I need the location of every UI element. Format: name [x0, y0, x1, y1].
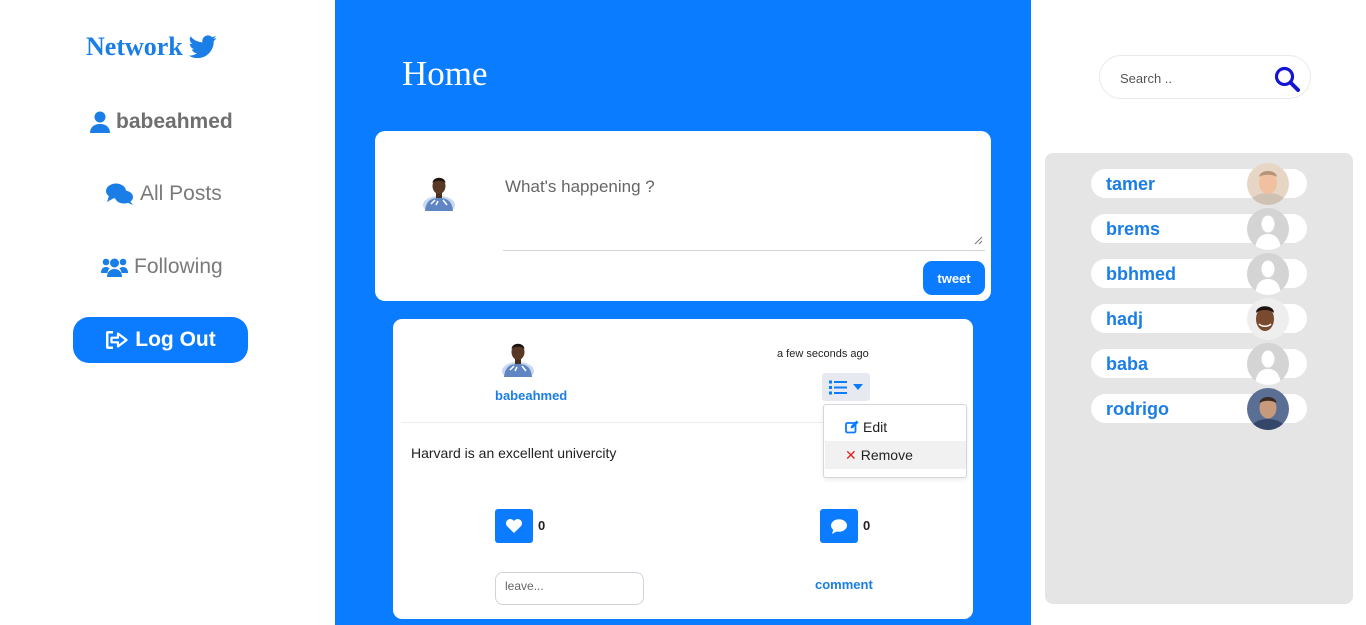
post-timestamp: a few seconds ago: [777, 348, 869, 360]
avatar[interactable]: [419, 171, 459, 211]
user-item-brems[interactable]: brems: [1091, 208, 1307, 250]
comment-count: 0: [863, 518, 871, 533]
users-list: tamer brems bbhmed hadj baba rodrigo: [1045, 153, 1353, 604]
user-name[interactable]: brems: [1106, 219, 1160, 240]
logout-button[interactable]: Log Out: [73, 317, 248, 363]
user-item-tamer[interactable]: tamer: [1091, 163, 1307, 205]
search-box: [1099, 55, 1311, 99]
avatar[interactable]: [498, 337, 538, 377]
user-name[interactable]: tamer: [1106, 174, 1155, 195]
logout-label: Log Out: [135, 328, 216, 351]
sidebar-username: babeahmed: [116, 110, 233, 133]
user-icon: [90, 111, 110, 133]
sign-out-icon: [106, 331, 128, 349]
post-card: babeahmed a few seconds ago Harvard is a…: [393, 319, 973, 619]
sidebar-all-posts-label: All Posts: [140, 182, 222, 205]
main-feed: Home tweet: [335, 0, 1031, 625]
users-icon: [101, 258, 128, 277]
tweet-button[interactable]: tweet: [923, 261, 985, 295]
avatar[interactable]: [1247, 298, 1289, 340]
edit-icon: [845, 420, 859, 434]
user-name[interactable]: hadj: [1106, 309, 1143, 330]
twitter-bird-icon: [188, 35, 217, 59]
avatar[interactable]: [1247, 388, 1289, 430]
edit-menu-item[interactable]: Edit: [825, 413, 966, 441]
post-options-menu: Edit ✕ Remove: [823, 404, 967, 478]
search-input[interactable]: [1120, 68, 1260, 88]
remove-menu-item[interactable]: ✕ Remove: [825, 441, 966, 469]
user-item-hadj[interactable]: hadj: [1091, 298, 1307, 340]
avatar[interactable]: [1247, 343, 1289, 385]
user-name[interactable]: bbhmed: [1106, 264, 1176, 285]
user-name[interactable]: rodrigo: [1106, 399, 1169, 420]
like-button[interactable]: [495, 509, 533, 543]
comment-toggle-button[interactable]: [820, 509, 858, 543]
avatar[interactable]: [1247, 163, 1289, 205]
brand-logo[interactable]: Network: [86, 32, 217, 62]
sidebar-following-label: Following: [134, 255, 223, 278]
user-item-baba[interactable]: baba: [1091, 343, 1307, 385]
sidebar-item-all-posts[interactable]: All Posts: [106, 182, 222, 206]
brand-name: Network: [86, 32, 183, 61]
remove-label: Remove: [860, 447, 913, 463]
list-icon: [829, 380, 847, 394]
comment-input[interactable]: [495, 572, 644, 605]
post-author[interactable]: babeahmed: [495, 388, 567, 403]
post-options-button[interactable]: [822, 373, 870, 401]
user-item-rodrigo[interactable]: rodrigo: [1091, 388, 1307, 430]
sidebar-item-following[interactable]: Following: [101, 255, 223, 279]
comment-icon: [831, 518, 847, 534]
comments-icon: [106, 183, 133, 205]
like-count: 0: [538, 518, 546, 533]
caret-down-icon: [853, 384, 863, 390]
compose-textarea[interactable]: [503, 169, 985, 251]
avatar[interactable]: [1247, 253, 1289, 295]
compose-box: tweet: [375, 131, 991, 301]
close-icon: ✕: [845, 446, 857, 463]
heart-icon: [506, 519, 522, 533]
user-name[interactable]: baba: [1106, 354, 1148, 375]
edit-label: Edit: [863, 419, 888, 435]
page-title: Home: [402, 54, 488, 93]
user-item-bbhmed[interactable]: bbhmed: [1091, 253, 1307, 295]
post-text: Harvard is an excellent univercity: [411, 445, 617, 461]
page: Network babeahmed All Posts Following Lo…: [0, 0, 1366, 625]
sidebar-item-profile[interactable]: babeahmed: [90, 110, 233, 134]
comment-submit-link[interactable]: comment: [815, 577, 873, 592]
resize-handle-icon[interactable]: [973, 235, 983, 245]
search-icon[interactable]: [1274, 66, 1300, 92]
avatar[interactable]: [1247, 208, 1289, 250]
